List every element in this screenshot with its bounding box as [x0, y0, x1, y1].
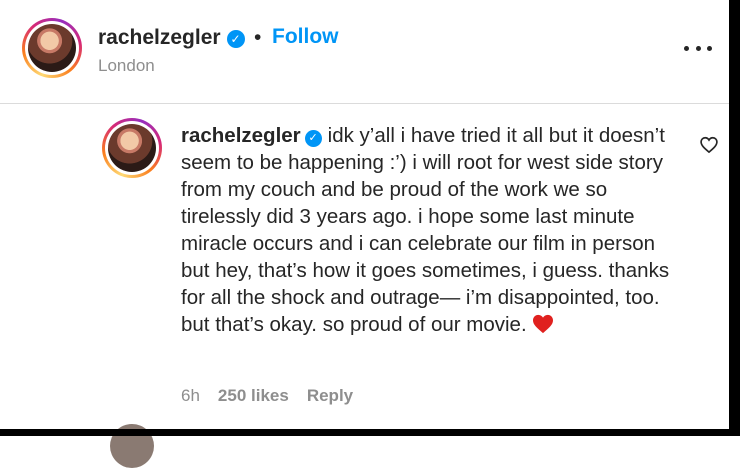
- follow-button[interactable]: Follow: [272, 25, 339, 49]
- separator-dot: •: [254, 26, 262, 49]
- window-border: [729, 0, 740, 436]
- comment-body: rachelzegler ✓ idk y’all i have tried it a…: [181, 122, 681, 341]
- author-username[interactable]: rachelzegler ✓: [98, 26, 245, 50]
- post-header: rachelzegler ✓ • Follow London: [0, 0, 729, 104]
- avatar-photo: [28, 24, 76, 72]
- avatar-photo: [108, 124, 156, 172]
- comment-avatar[interactable]: [102, 118, 162, 178]
- comment-meta: 6h 250 likes Reply: [181, 386, 353, 406]
- window-border: [0, 429, 740, 436]
- verified-badge-icon: ✓: [304, 130, 322, 147]
- author-avatar[interactable]: [22, 18, 82, 78]
- heart-outline-icon[interactable]: [699, 135, 719, 155]
- comment-text: idk y’all i have tried it all but it doe…: [181, 124, 670, 336]
- author-username-text[interactable]: rachelzegler: [98, 26, 221, 49]
- comment-username[interactable]: rachelzegler: [181, 124, 301, 147]
- more-options-icon[interactable]: [684, 43, 712, 53]
- red-heart-emoji-icon: [532, 314, 554, 341]
- comment-time[interactable]: 6h: [181, 386, 200, 406]
- comment-likes[interactable]: 250 likes: [218, 386, 289, 406]
- verified-badge-icon: ✓: [226, 30, 245, 48]
- post-location[interactable]: London: [98, 56, 155, 76]
- reply-button[interactable]: Reply: [307, 386, 353, 406]
